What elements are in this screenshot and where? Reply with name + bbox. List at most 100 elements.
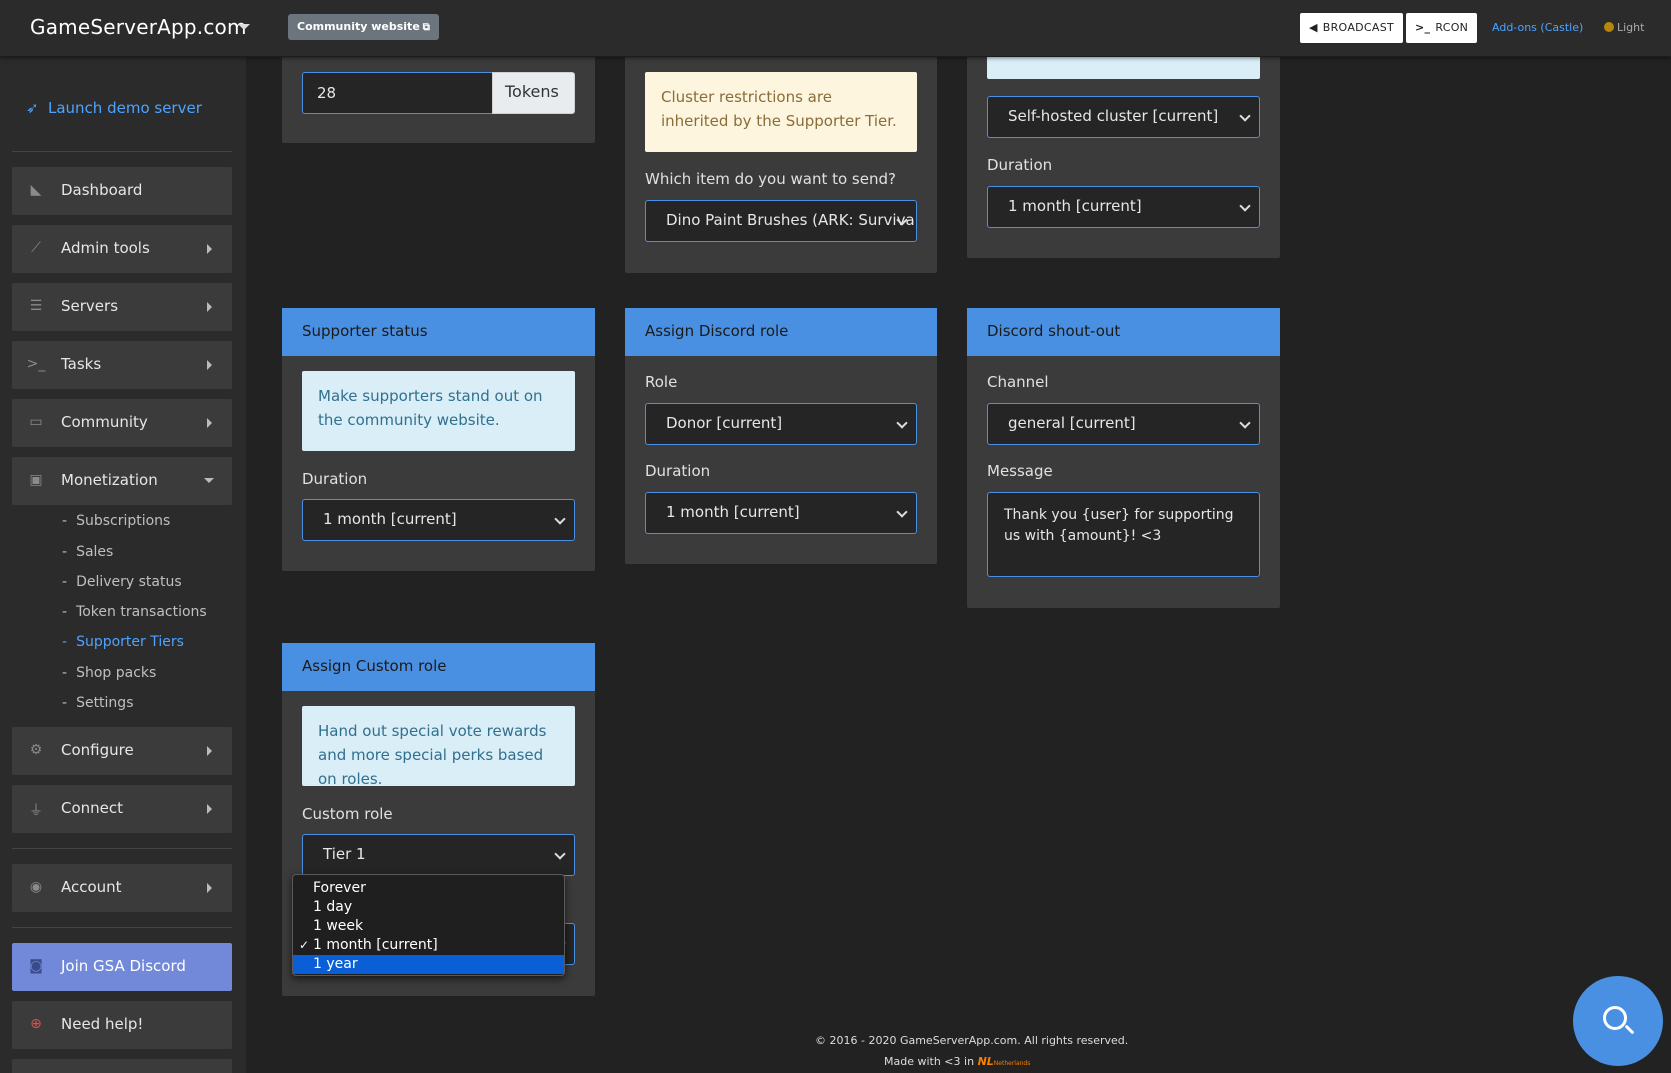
top-bar: GameServerApp.com Community website ⧉ ◀ BR… <box>0 0 1671 57</box>
chevron-right-icon <box>207 883 212 893</box>
subitem-label: Delivery status <box>76 574 182 590</box>
sidebar-item-need-help[interactable]: ⊕ Need help! <box>12 1001 232 1049</box>
message-label: Message <box>987 462 1053 480</box>
brand-title[interactable]: GameServerApp.com <box>30 15 247 39</box>
sidebar-item-label: Dashboard <box>61 181 143 199</box>
divider <box>12 927 232 928</box>
sidebar-item-dashboard[interactable]: ◣ Dashboard <box>12 167 232 215</box>
supporter-duration-select[interactable]: 1 month [current] <box>302 499 575 541</box>
chevron-right-icon <box>207 302 212 312</box>
discord-duration-value: 1 month [current] <box>666 503 800 521</box>
rcon-button[interactable]: >_ RCON <box>1406 13 1478 43</box>
custom-role-select[interactable]: Tier 1 <box>302 834 575 876</box>
discord-duration-select[interactable]: 1 month [current] <box>645 492 917 534</box>
theme-toggle[interactable]: Light <box>1604 21 1644 34</box>
nl-logo: NL <box>977 1055 994 1068</box>
option-label: 1 year <box>313 956 358 972</box>
subitem-label: Supporter Tiers <box>76 634 184 650</box>
rcon-label: RCON <box>1435 21 1469 34</box>
subitem-label: Shop packs <box>76 665 157 681</box>
item-select-value: Dino Paint Brushes (ARK: Survival <box>666 211 917 229</box>
cluster-duration-value: 1 month [current] <box>1008 197 1142 215</box>
dropdown-option-1-day[interactable]: 1 day <box>293 898 564 917</box>
window-icon: ▭ <box>29 414 43 430</box>
item-select[interactable]: Dino Paint Brushes (ARK: Survival <box>645 200 917 242</box>
discord-role-card: Assign Discord role Role Donor [current]… <box>625 308 937 564</box>
chevron-down-icon <box>554 848 566 860</box>
cluster-select[interactable]: Self-hosted cluster [current] <box>987 96 1260 138</box>
chart-area-icon: ◣ <box>30 182 42 198</box>
footer-copyright: © 2016 - 2020 GameServerApp.com. All rig… <box>815 1034 1129 1047</box>
sidebar-subitem-token-transactions[interactable]: - Token transactions <box>62 604 207 620</box>
community-website-button[interactable]: Community website ⧉ <box>288 14 439 40</box>
cluster-select-value: Self-hosted cluster [current] <box>1008 107 1219 125</box>
sidebar-subitem-delivery-status[interactable]: - Delivery status <box>62 574 182 590</box>
dropdown-option-1-week[interactable]: 1 week <box>293 917 564 936</box>
cluster-duration-select[interactable]: 1 month [current] <box>987 186 1260 228</box>
sidebar-item-join-discord[interactable]: ◙ Join GSA Discord <box>12 943 232 991</box>
sidebar-item-label: Connect <box>61 799 124 817</box>
channel-select[interactable]: general [current] <box>987 403 1260 445</box>
subitem-label: Token transactions <box>76 604 207 620</box>
sidebar-subitem-sales[interactable]: - Sales <box>62 544 113 560</box>
sidebar-subitem-shop-packs[interactable]: - Shop packs <box>62 665 156 681</box>
search-icon-handle <box>1624 1024 1635 1035</box>
sidebar-item-configure[interactable]: ⚙ Configure <box>12 727 232 775</box>
send-item-card: Cluster restrictions are inherited by th… <box>625 40 937 273</box>
sidebar-item-account[interactable]: ◉ Account <box>12 864 232 912</box>
sidebar-item-admin-tools[interactable]: ⟋ Admin tools <box>12 225 232 273</box>
addons-link[interactable]: Add-ons (Castle) <box>1492 21 1583 34</box>
subitem-label: Subscriptions <box>76 513 171 529</box>
broadcast-button[interactable]: ◀ BROADCAST <box>1300 13 1404 43</box>
sidebar-item-label: Account <box>61 878 122 896</box>
discord-duration-label: Duration <box>645 462 711 480</box>
sidebar-item-label: Admin tools <box>61 239 150 257</box>
message-textarea[interactable]: Thank you {user} for supporting us with … <box>987 492 1260 577</box>
sidebar-item-label: Tasks <box>61 355 102 373</box>
sidebar-item-monetization[interactable]: ▣ Monetization <box>12 457 232 505</box>
broadcast-label: BROADCAST <box>1322 21 1395 34</box>
chevron-down-icon[interactable] <box>238 24 250 30</box>
plug-icon: ⏚ <box>29 803 43 819</box>
dropdown-option-forever[interactable]: Forever <box>293 879 564 898</box>
chevron-right-icon <box>207 418 212 428</box>
discord-role-value: Donor [current] <box>666 414 783 432</box>
megaphone-icon: ◀ <box>1309 21 1318 34</box>
duration-dropdown-menu: Forever 1 day 1 week ✓ 1 month [current] … <box>292 874 565 976</box>
card-title: Discord shout-out <box>967 308 1280 356</box>
cluster-duration-label: Duration <box>987 156 1053 174</box>
launch-demo-server-link[interactable]: ➶ Launch demo server <box>26 99 202 117</box>
discord-role-select[interactable]: Donor [current] <box>645 403 917 445</box>
sidebar-subitem-supporter-tiers[interactable]: - Supporter Tiers <box>62 634 184 650</box>
supporter-status-card: Supporter status Make supporters stand o… <box>282 308 595 571</box>
card-title: Assign Custom role <box>282 643 595 691</box>
user-circle-icon: ◉ <box>29 879 43 895</box>
custom-role-info: Hand out special vote rewards and more s… <box>302 706 575 788</box>
lifebuoy-icon: ⊕ <box>30 1016 42 1032</box>
dropdown-option-1-month[interactable]: ✓ 1 month [current] <box>293 936 564 955</box>
theme-label: Light <box>1617 21 1645 34</box>
launch-label: Launch demo server <box>48 99 202 117</box>
chevron-down-icon <box>204 478 214 483</box>
sidebar-item-label: Join GSA Discord <box>61 957 186 975</box>
checkmark-icon: ✓ <box>299 938 310 952</box>
channel-value: general [current] <box>1008 414 1136 432</box>
divider <box>12 151 232 152</box>
sidebar-subitem-subscriptions[interactable]: - Subscriptions <box>62 513 170 529</box>
search-button[interactable] <box>1573 976 1663 1066</box>
sidebar-subitem-settings[interactable]: - Settings <box>62 695 133 711</box>
dropdown-option-1-year[interactable]: 1 year <box>293 955 564 974</box>
supporter-duration-value: 1 month [current] <box>323 510 457 528</box>
search-icon <box>1603 1006 1627 1030</box>
sidebar-item-servers[interactable]: ☰ Servers <box>12 283 232 331</box>
chevron-down-icon <box>1239 417 1251 429</box>
chevron-right-icon <box>207 244 212 254</box>
sidebar-item-community[interactable]: ▭ Community <box>12 399 232 447</box>
sidebar-item-tasks[interactable]: >_ Tasks <box>12 341 232 389</box>
subitem-label: Settings <box>76 695 134 711</box>
item-question-label: Which item do you want to send? <box>645 170 896 188</box>
discord-icon: ◙ <box>29 958 43 974</box>
tokens-input[interactable]: 28 <box>302 72 493 114</box>
card-title: Assign Discord role <box>625 308 937 356</box>
sidebar-item-connect[interactable]: ⏚ Connect <box>12 785 232 833</box>
